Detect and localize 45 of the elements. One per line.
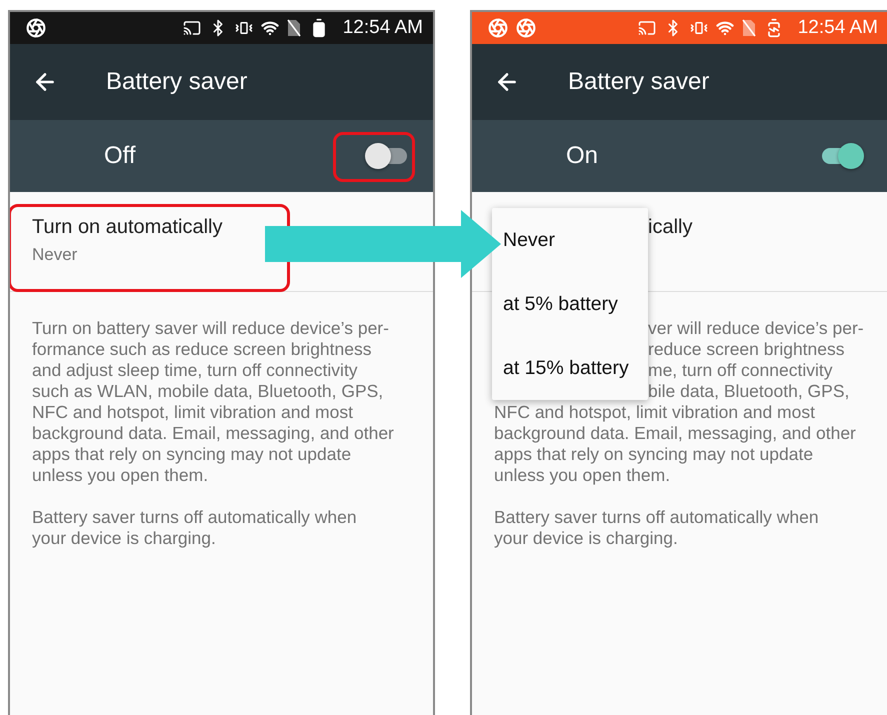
screen-title: Battery saver (568, 68, 710, 96)
description-line: unless you open them. (494, 465, 670, 486)
description-line: Battery saver turns off automatically when (32, 507, 357, 528)
description-line: your device is charging. (494, 528, 678, 549)
wifi-icon (260, 19, 279, 37)
status-time: 12:54 AM (798, 17, 878, 39)
description-line: NFC and hotspot, limit vibration and most (494, 402, 815, 423)
status-time: 12:54 AM (342, 17, 423, 39)
row-summary: Never (32, 245, 78, 265)
toggle-switch[interactable] (365, 142, 409, 170)
no-sim-icon (286, 19, 301, 37)
cast-icon (182, 19, 201, 37)
description-line: Turn on battery saver will reduce device’s per- (32, 318, 389, 339)
switch-label: On (566, 142, 598, 170)
description-line: unless you open them. (32, 465, 208, 486)
row-title[interactable]: Turn on automatically (32, 216, 222, 239)
vibrate-icon (234, 19, 253, 37)
menu-item[interactable]: at 15% battery (492, 336, 648, 400)
screen-title: Battery saver (106, 68, 248, 96)
wifi-icon (716, 19, 734, 37)
row-title[interactable]: ically (648, 216, 692, 239)
description-line: background data. Email, messaging, and other (32, 423, 394, 444)
description-line: Battery saver turns off automatically when (494, 507, 819, 528)
description-line: such as WLAN, mobile data, Bluetooth, GPS, (32, 381, 384, 402)
toggle-switch[interactable] (820, 142, 864, 170)
description-line: formance such as reduce screen brightness (32, 339, 372, 360)
description-line: me, turn off connectivity (648, 360, 832, 381)
aperture-icon (488, 18, 508, 38)
description-line: background data. Email, messaging, and other (494, 423, 856, 444)
description-line: apps that rely on syncing may not update (494, 444, 814, 465)
no-sim-icon (742, 19, 756, 37)
cast-icon (638, 19, 656, 37)
description-line: apps that rely on syncing may not update (32, 444, 352, 465)
switch-label: Off (104, 142, 136, 170)
aperture-icon (26, 18, 46, 38)
vibrate-icon (690, 19, 708, 37)
description-line: and adjust sleep time, turn off connectivity (32, 360, 358, 381)
aperture-icon (516, 18, 536, 38)
description-line: NFC and hotspot, limit vibration and most (32, 402, 353, 423)
menu-item[interactable]: at 5% battery (492, 272, 648, 336)
menu-item[interactable]: Never (492, 208, 648, 272)
description-line: ver will reduce device’s per- (648, 318, 864, 339)
description-line: your device is charging. (32, 528, 216, 549)
description-line: reduce screen brightness (648, 339, 844, 360)
description-line: bile data, Bluetooth, GPS, (648, 381, 850, 402)
